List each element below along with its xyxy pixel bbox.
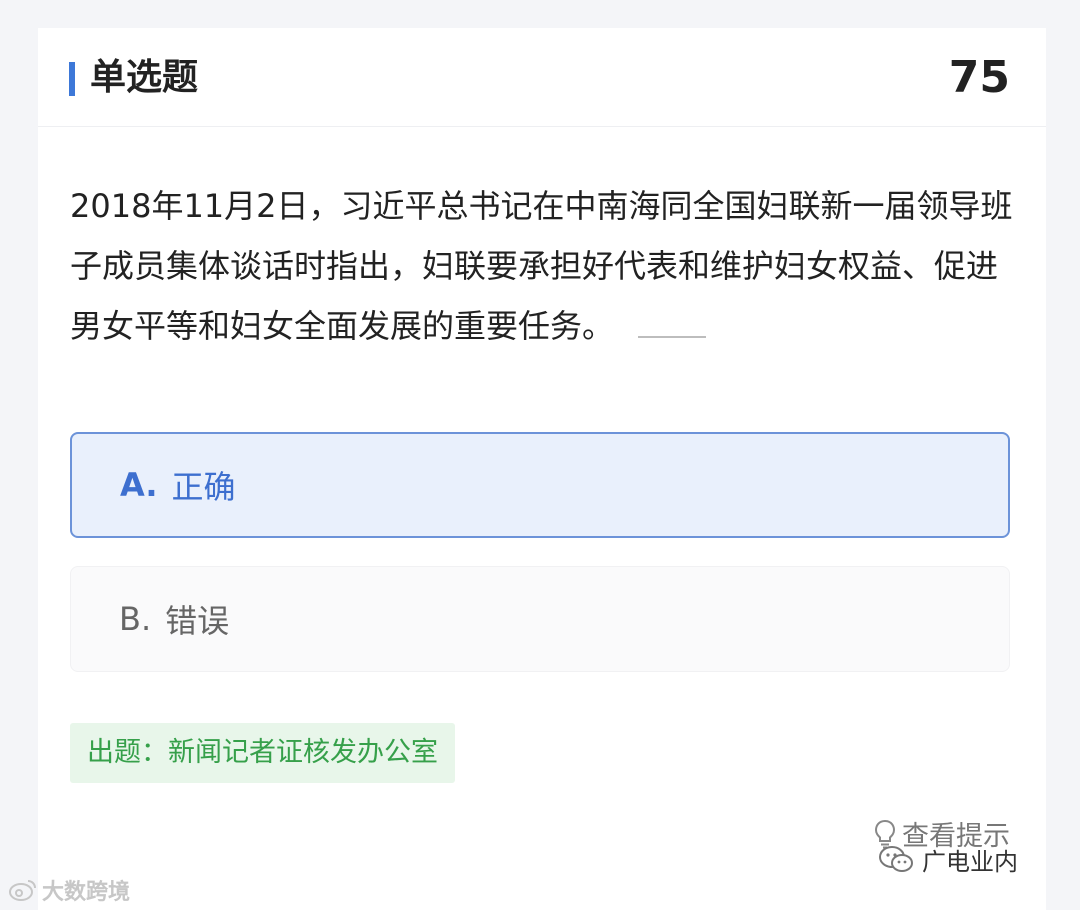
weibo-icon	[9, 880, 36, 901]
watermark-right: 广电业内	[878, 842, 1018, 877]
question-header: 单选题 75	[38, 28, 1046, 127]
option-b-letter: B.	[119, 600, 152, 638]
wechat-icon	[879, 845, 913, 872]
question-type-label: 单选题	[90, 57, 199, 98]
watermark-left: 大数跨境	[8, 874, 130, 906]
accent-bar	[69, 62, 75, 96]
source-tag: 出题：新闻记者证核发办公室	[70, 723, 455, 783]
question-text: 2018年11月2日，习近平总书记在中南海同全国妇联新一届领导班子成员集体谈话时…	[70, 187, 1013, 345]
watermark-left-text: 大数跨境	[42, 880, 131, 905]
option-b-text: 错误	[165, 602, 230, 640]
option-b[interactable]: B. 错误	[70, 566, 1010, 672]
watermark-right-text: 广电业内	[922, 848, 1018, 876]
option-a-text: 正确	[171, 468, 236, 506]
answer-blank	[638, 336, 707, 338]
question-card: 单选题 75 2018年11月2日，习近平总书记在中南海同全国妇联新一届领导班子…	[38, 28, 1046, 910]
question-text-block: 2018年11月2日，习近平总书记在中南海同全国妇联新一届领导班子成员集体谈话时…	[70, 176, 1020, 356]
option-a[interactable]: A. 正确	[70, 432, 1010, 538]
option-a-letter: A.	[120, 466, 158, 504]
question-number: 75	[948, 52, 1010, 103]
